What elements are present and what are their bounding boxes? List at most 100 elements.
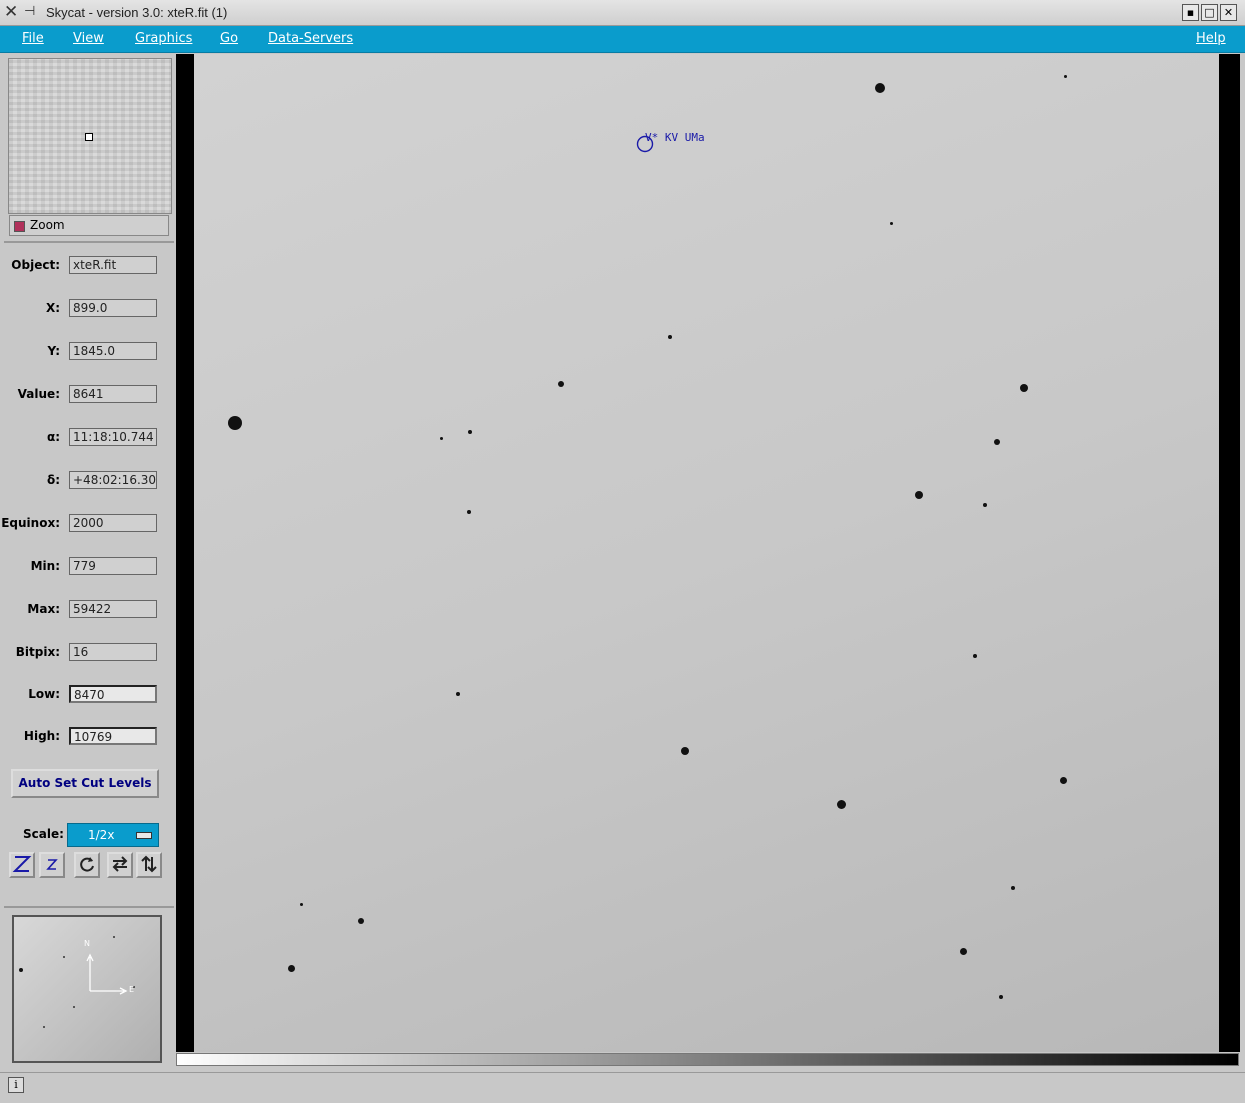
bitpix-field: 16 [69,643,157,661]
star [300,903,303,906]
zoom-label: Zoom [30,218,65,232]
delta-field: +48:02:16.30 [69,471,157,489]
y-row: Y: 1845.0 [4,342,174,362]
x-row: X: 899.0 [4,299,174,319]
bitpix-label: Bitpix: [15,645,60,659]
auto-set-cut-levels-button[interactable]: Auto Set Cut Levels [11,769,159,798]
east-label: E [129,985,135,994]
value-label: Value: [17,387,60,401]
star [999,995,1003,999]
close-button[interactable]: ✕ [1220,4,1237,21]
low-input[interactable]: 8470 [69,685,157,703]
star [960,948,967,955]
scale-label: Scale: [23,827,64,841]
x-logo-icon: ✕ [4,2,19,22]
alpha-field: 11:18:10.744 [69,428,157,446]
star [994,439,1000,445]
low-label: Low: [28,687,60,701]
divider [4,906,174,908]
max-row: Max: 59422 [4,600,174,620]
zoom-toggle[interactable]: Zoom [9,215,169,236]
menu-help[interactable]: Help [1196,31,1226,46]
star [983,503,987,507]
colorbar[interactable] [176,1053,1239,1066]
min-label: Min: [30,559,60,573]
flip-x-icon [112,856,128,872]
zoom-view[interactable] [8,58,172,214]
value-field: 8641 [69,385,157,403]
star [837,800,846,809]
high-row: High: 10769 [4,727,174,747]
menu-file[interactable]: File [22,31,44,46]
max-label: Max: [27,602,60,616]
equinox-label: Equinox: [1,516,60,530]
y-field: 1845.0 [69,342,157,360]
flip-x-button[interactable] [107,852,133,878]
window-title: Skycat - version 3.0: xteR.fit (1) [46,5,228,20]
star [456,692,460,696]
rotate-button[interactable] [74,852,100,878]
star [890,222,893,225]
min-field: 779 [69,557,157,575]
value-row: Value: 8641 [4,385,174,405]
star [875,83,885,93]
north-label: N [84,939,90,948]
zoom-out-button[interactable] [39,852,65,878]
alpha-row: α: 11:18:10.744 [4,428,174,448]
info-panel: Zoom Object: xteR.fit X: 899.0 Y: 1845.0… [1,55,174,1069]
star [1020,384,1028,392]
zoom-in-icon [12,856,32,872]
max-field: 59422 [69,600,157,618]
x-label: X: [45,301,60,315]
scale-select[interactable]: 1/2x [67,823,159,847]
info-icon[interactable]: i [8,1077,24,1093]
menu-go[interactable]: Go [220,31,238,46]
delta-label: δ: [46,473,60,487]
low-row: Low: 8470 [4,685,174,705]
scale-value: 1/2x [88,828,115,842]
zoom-checkbox-icon [14,221,25,232]
object-label: Object: [11,258,60,272]
star [668,335,672,339]
star [358,918,364,924]
x-field: 899.0 [69,299,157,317]
high-input[interactable]: 10769 [69,727,157,745]
y-label: Y: [47,344,60,358]
zoom-out-icon [46,859,58,870]
statusbar: i [0,1072,1245,1103]
divider [4,241,174,243]
image-canvas[interactable]: V* KV UMa [194,54,1219,1052]
star [1011,886,1015,890]
maximize-button[interactable]: □ [1201,4,1218,21]
bitpix-row: Bitpix: 16 [4,643,174,663]
star [468,430,472,434]
object-row: Object: xteR.fit [4,256,174,276]
high-label: High: [23,729,60,743]
zoom-cursor [85,133,93,141]
flip-y-icon [141,855,157,873]
pin-icon[interactable]: ⊣ [24,4,35,19]
image-frame: V* KV UMa [176,54,1240,1052]
star [558,381,564,387]
star [681,747,689,755]
menu-data-servers[interactable]: Data-Servers [268,31,353,46]
alpha-label: α: [46,430,60,444]
rotate-icon [80,857,94,872]
menu-graphics[interactable]: Graphics [135,31,192,46]
flip-y-button[interactable] [136,852,162,878]
saturated-star [228,416,242,430]
option-menu-indicator-icon [136,832,152,839]
star [440,437,443,440]
star [467,510,471,514]
star [1064,75,1067,78]
window-titlebar: ✕ ⊣ Skycat - version 3.0: xteR.fit (1) ▪… [0,0,1245,26]
object-name-label: V* KV UMa [645,131,705,144]
zoom-in-button[interactable] [9,852,35,878]
menu-view[interactable]: View [73,31,104,46]
star [288,965,295,972]
min-row: Min: 779 [4,557,174,577]
menubar: File View Graphics Go Data-Servers Help [0,26,1245,53]
minimize-button[interactable]: ▪ [1182,4,1199,21]
pan-view[interactable]: N E [12,915,162,1063]
equinox-row: Equinox: 2000 [1,514,174,534]
